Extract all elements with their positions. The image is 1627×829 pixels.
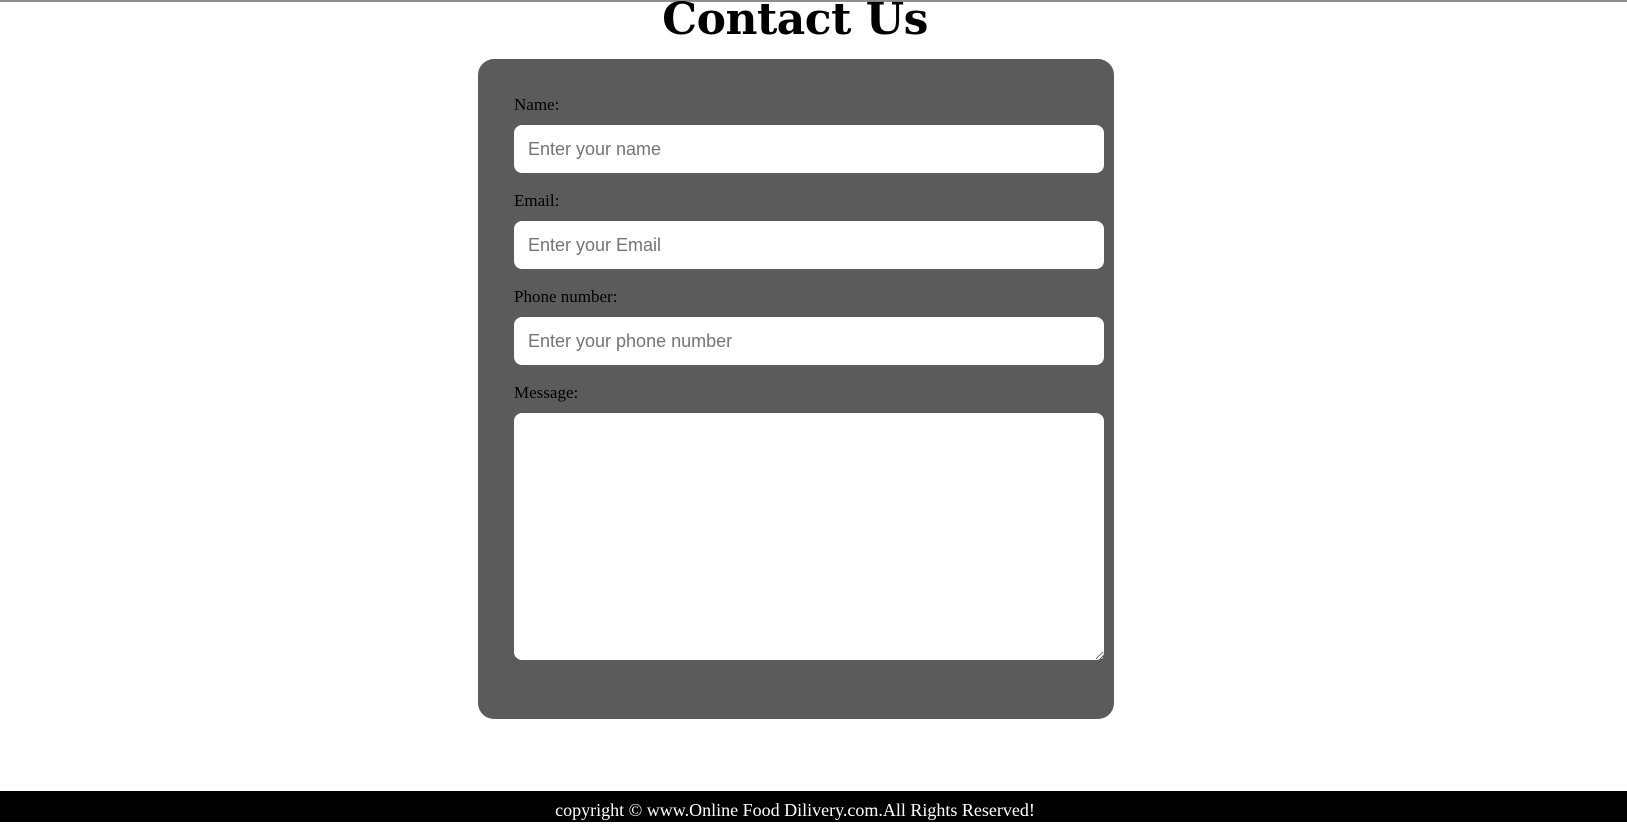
email-label: Email:	[514, 191, 560, 210]
email-input[interactable]	[514, 221, 1104, 269]
name-label: Name:	[514, 95, 560, 114]
contact-form: Name: Email: Phone number: Message:	[478, 59, 1114, 719]
phone-input[interactable]	[514, 317, 1104, 365]
page-title: Contact Us	[662, 0, 928, 45]
name-input[interactable]	[514, 125, 1104, 173]
footer: copyright © www.Online Food Dilivery.com…	[0, 791, 1627, 822]
message-textarea[interactable]	[514, 413, 1104, 660]
message-label: Message:	[514, 383, 579, 402]
phone-label: Phone number:	[514, 287, 618, 306]
copyright-text: copyright © www.Online Food Dilivery.com…	[555, 800, 1035, 820]
